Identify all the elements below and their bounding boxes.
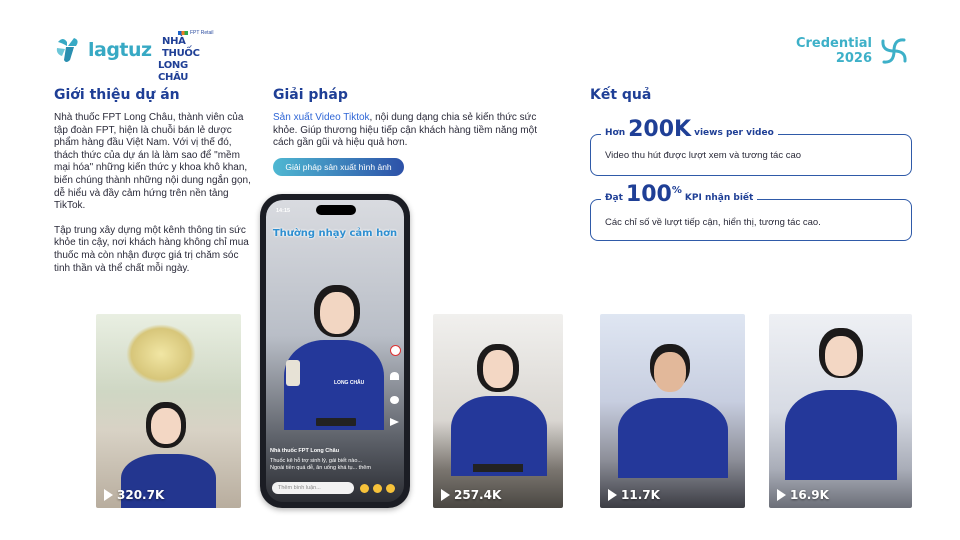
dynamic-island (316, 205, 356, 215)
like-icon[interactable] (390, 372, 399, 380)
notebook (316, 418, 356, 426)
post-description: Thuốc kê hỗ trợ sinh lý, gái biết nào...… (270, 458, 371, 471)
oil-glass-image (126, 324, 196, 384)
result-box-views: Hơn 200K views per video Video thu hút đ… (590, 119, 912, 176)
pinwheel-icon (881, 38, 907, 64)
play-icon (777, 489, 786, 501)
video-caption: Thường nhạy cảm hơn (272, 228, 398, 239)
intro-body: Nhà thuốc FPT Long Châu, thành viên của … (54, 112, 254, 287)
person-face (654, 352, 686, 392)
results-heading: Kết quả (590, 87, 652, 103)
result-views-suffix: views per video (694, 128, 774, 138)
result-views-number: 200K (628, 117, 692, 142)
video-thumbnail-3[interactable]: 11.7K (600, 314, 745, 508)
intro-heading: Giới thiệu dự án (54, 87, 180, 103)
product-box (286, 360, 300, 386)
result-views-description: Video thu hút được lượt xem và tương tác… (605, 150, 802, 161)
credential-title: Credential (795, 36, 872, 51)
intro-paragraph-2: Tập trung xây dựng một kênh thông tin sứ… (54, 224, 249, 274)
notebook (473, 464, 523, 472)
result-box-kpi: Đạt 100% KPI nhận biết Các chỉ số về lượ… (590, 184, 912, 241)
solution-heading: Giải pháp (273, 87, 348, 103)
person-face (151, 408, 181, 444)
comment-input[interactable]: Thêm bình luận... (272, 482, 354, 494)
emoji-icon[interactable] (360, 484, 369, 493)
result-views-prefix: Hơn (605, 128, 626, 138)
uniform-logo: LONG CHÂU (334, 380, 365, 386)
result-kpi-number: 100% (625, 182, 682, 207)
long-chau-line2: LONG CHÂU (158, 60, 189, 83)
phone-mockup: 14:15 Thường nhạy cảm hơn LONG CHÂU Nhà … (260, 194, 410, 508)
lagtuz-wordmark: lagtuz (88, 39, 152, 61)
play-icon (441, 489, 450, 501)
phone-person-face (320, 292, 354, 334)
video-thumbnail-2[interactable]: 257.4K (433, 314, 563, 508)
person-uniform (618, 398, 728, 478)
play-icon (608, 489, 617, 501)
person-uniform (785, 390, 897, 480)
phone-time: 14:15 (276, 208, 291, 214)
play-icon (104, 489, 113, 501)
tiktok-video-link[interactable]: Sản xuất Video Tiktok (273, 112, 370, 123)
result-kpi-prefix: Đạt (605, 193, 623, 203)
emoji-icon[interactable] (386, 484, 395, 493)
lagtuz-logo: lagtuz (54, 34, 152, 66)
profile-icon[interactable] (390, 345, 401, 356)
video-views-1: 320.7K (104, 488, 164, 502)
person-face (483, 350, 513, 388)
image-production-button[interactable]: Giải pháp sản xuất hình ảnh (273, 158, 404, 176)
tiktok-screen[interactable]: 14:15 Thường nhạy cảm hơn LONG CHÂU Nhà … (266, 200, 404, 502)
long-chau-line1: NHÀ THUỐC (162, 36, 200, 59)
video-thumbnail-1[interactable]: 320.7K (96, 314, 241, 508)
video-thumbnail-4[interactable]: 16.9K (769, 314, 912, 508)
solution-text: Sản xuất Video Tiktok, nội dung dạng chi… (273, 112, 558, 150)
credential-badge: Credential 2026 (796, 35, 910, 67)
comment-icon[interactable] (390, 396, 399, 404)
credential-year: 2026 (835, 51, 872, 66)
video-views-2: 257.4K (441, 488, 501, 502)
result-kpi-suffix: KPI nhận biết (684, 193, 754, 203)
result-kpi-percent: % (671, 185, 682, 196)
long-chau-logo: FPT Retail NHÀ THUỐC LONG CHÂU (158, 30, 218, 84)
video-views-4: 16.9K (777, 488, 829, 502)
result-views-label: Hơn 200K views per video (601, 119, 778, 141)
emoji-icon[interactable] (373, 484, 382, 493)
share-icon[interactable] (390, 418, 399, 426)
person-face (825, 336, 857, 376)
lagtuz-mark-icon (56, 38, 78, 62)
account-name[interactable]: Nhà thuốc FPT Long Châu (270, 448, 339, 454)
result-kpi-label: Đạt 100% KPI nhận biết (601, 182, 758, 207)
result-kpi-description: Các chỉ số về lượt tiếp cận, hiển thị, t… (605, 217, 821, 228)
video-views-3: 11.7K (608, 488, 660, 502)
intro-paragraph-1: Nhà thuốc FPT Long Châu, thành viên của … (54, 112, 251, 212)
